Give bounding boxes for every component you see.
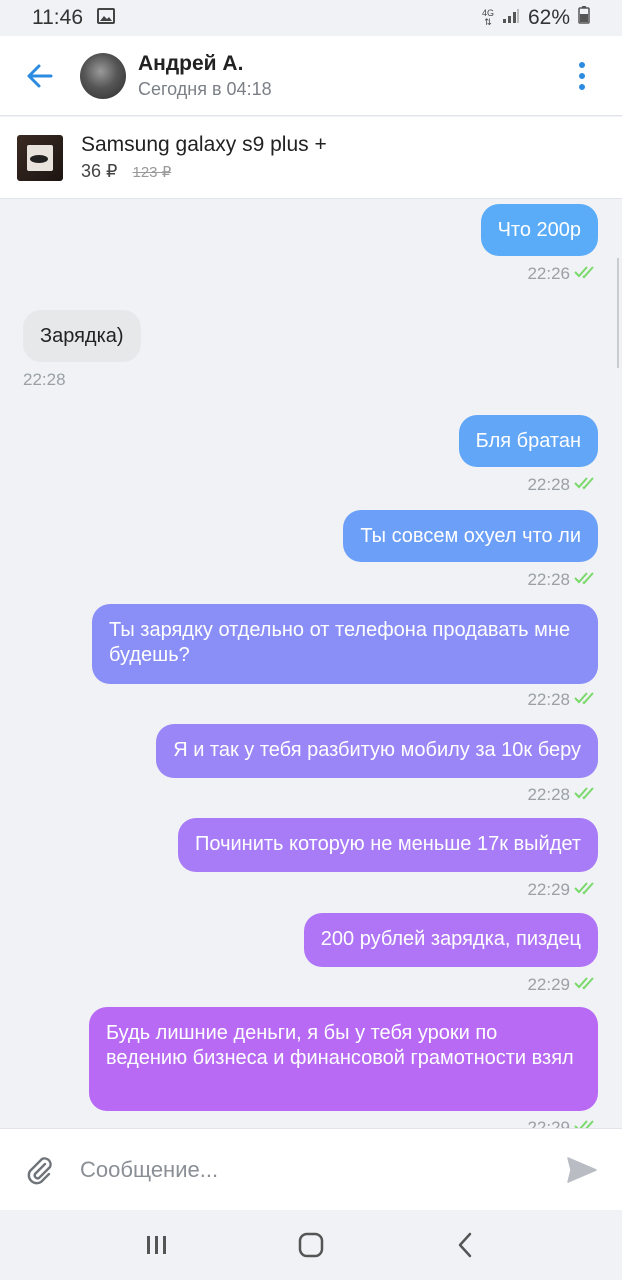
status-bar: 11:46 4G ⇅ 62%	[0, 0, 622, 36]
home-button[interactable]	[281, 1215, 341, 1275]
read-check-icon	[574, 785, 598, 805]
back-button[interactable]	[0, 36, 80, 116]
message-bubble[interactable]: Бля братан	[458, 415, 598, 467]
contact-info[interactable]: Андрей А. Сегодня в 04:18	[138, 52, 272, 100]
message-meta: 22:28	[527, 570, 598, 590]
contact-name: Андрей А.	[138, 51, 244, 75]
more-menu-button[interactable]	[542, 36, 622, 116]
message-time: 22:28	[527, 690, 570, 709]
scrollbar[interactable]	[617, 258, 622, 368]
message-bubble[interactable]: Я и так у тебя разбитую мобилу за 10к бе…	[156, 724, 598, 778]
read-check-icon	[574, 264, 598, 284]
message-time: 22:26	[527, 264, 570, 283]
message-bubble[interactable]: Ты зарядку отдельно от телефона продават…	[92, 604, 598, 684]
message-time: 22:28	[527, 785, 570, 804]
message-bubble[interactable]: Зарядка)	[23, 310, 141, 362]
back-nav-button[interactable]	[435, 1215, 495, 1275]
message-bubble[interactable]: Починить которую не меньше 17к выйдет	[178, 818, 598, 872]
avatar[interactable]	[80, 52, 126, 99]
listing-old-price: 123 ₽	[132, 164, 172, 181]
message-meta: 22:29	[527, 1118, 598, 1128]
read-check-icon	[574, 690, 598, 710]
paperclip-icon	[27, 1156, 52, 1184]
message-meta: 22:29	[527, 975, 598, 995]
message-time: 22:28	[527, 475, 570, 494]
message-meta: 22:26	[527, 264, 598, 284]
arrow-left-icon	[27, 64, 53, 87]
read-check-icon	[574, 570, 598, 590]
message-bubble[interactable]: 200 рублей зарядка, пиздец	[303, 913, 598, 967]
more-vertical-icon	[579, 61, 585, 90]
recent-apps-button[interactable]	[127, 1215, 187, 1275]
message-time: 22:28	[23, 370, 66, 389]
gallery-notification-icon	[97, 6, 115, 30]
chat-header: Андрей А. Сегодня в 04:18	[0, 36, 622, 116]
listing-thumbnail	[17, 134, 63, 181]
message-meta: 22:28	[527, 475, 598, 495]
listing-card[interactable]: Samsung galaxy s9 plus + 36 ₽ 123 ₽	[0, 117, 622, 199]
read-check-icon	[574, 975, 598, 995]
message-time: 22:29	[527, 1118, 570, 1128]
read-check-icon	[574, 475, 598, 495]
message-time: 22:29	[527, 880, 570, 899]
read-check-icon	[574, 880, 598, 900]
message-meta: 22:28	[23, 370, 66, 390]
message-meta: 22:28	[527, 690, 598, 710]
system-nav-bar	[0, 1210, 622, 1280]
message-composer	[0, 1128, 622, 1210]
battery-icon	[578, 6, 590, 30]
message-meta: 22:28	[527, 785, 598, 805]
read-check-icon	[574, 1118, 598, 1128]
last-seen: Сегодня в 04:18	[138, 78, 272, 99]
message-meta: 22:29	[527, 880, 598, 900]
listing-price: 36 ₽	[81, 161, 118, 181]
message-bubble[interactable]: Будь лишние деньги, я бы у тебя уроки по…	[89, 1007, 598, 1111]
status-time: 11:46	[32, 6, 83, 29]
chevron-left-icon	[458, 1232, 472, 1258]
send-button[interactable]	[542, 1129, 622, 1211]
network-icon: 4G ⇅	[481, 8, 494, 27]
home-icon	[298, 1232, 324, 1258]
recent-apps-icon	[147, 1236, 166, 1254]
battery-level: 62%	[527, 6, 570, 29]
send-icon	[567, 1156, 597, 1183]
message-bubble[interactable]: Что 200р	[480, 204, 598, 256]
message-input[interactable]	[80, 1139, 542, 1200]
listing-title: Samsung galaxy s9 plus +	[81, 133, 327, 156]
message-time: 22:29	[527, 975, 570, 994]
message-list[interactable]: Что 200р 22:26 Зарядка) 22:28 Бля братан…	[0, 200, 622, 1128]
message-time: 22:28	[527, 570, 570, 589]
message-bubble[interactable]: Ты совсем охуел что ли	[343, 510, 598, 562]
attach-button[interactable]	[0, 1129, 80, 1211]
signal-icon	[502, 6, 520, 30]
